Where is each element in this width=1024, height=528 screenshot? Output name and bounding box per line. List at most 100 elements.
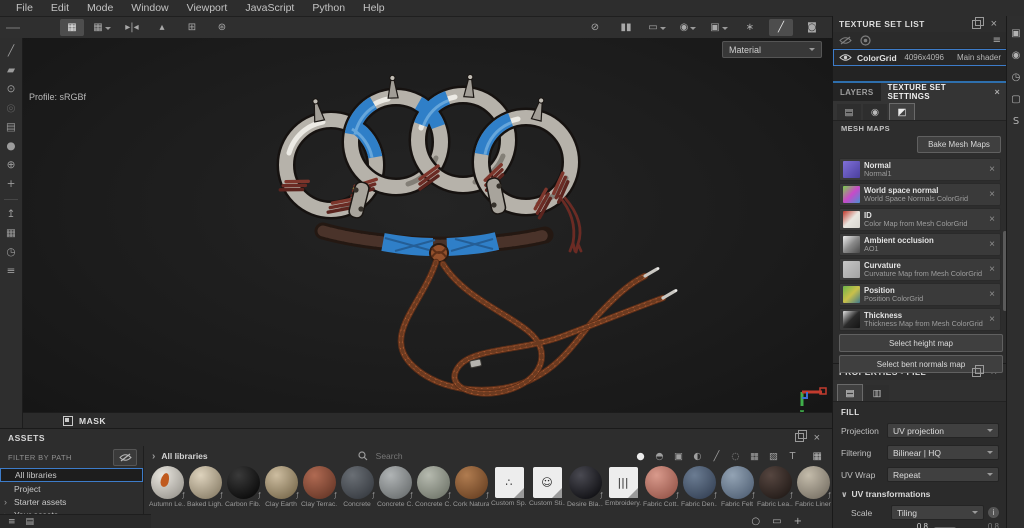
open-folder-icon[interactable]: ▭ bbox=[772, 516, 781, 527]
tab-texture-set-settings[interactable]: TEXTURE SET SETTINGS × bbox=[880, 83, 1007, 101]
asset-item[interactable]: ƒ Fabric Den... bbox=[680, 466, 718, 512]
breadcrumb[interactable]: › All libraries bbox=[152, 451, 208, 462]
popout-panel-icon[interactable] bbox=[971, 364, 984, 377]
texture-set-row[interactable]: ColorGrid 4096x4096 Main shader bbox=[833, 49, 1007, 66]
detail-view-icon[interactable]: ▤ bbox=[26, 517, 35, 527]
property-dropdown[interactable]: UV projection bbox=[887, 423, 999, 438]
asset-item[interactable]: ƒ Clay Earth bbox=[262, 466, 300, 512]
remove-mesh-map-icon[interactable]: × bbox=[987, 214, 997, 225]
bake-mesh-maps-button[interactable]: Bake Mesh Maps bbox=[917, 136, 1001, 153]
toolbar-drag-handle[interactable] bbox=[6, 26, 20, 29]
asset-type-filter-icon[interactable]: ● bbox=[635, 451, 647, 462]
dock-panel-icon[interactable]: ▣ bbox=[1011, 28, 1020, 39]
scale-dropdown[interactable]: Tiling bbox=[891, 505, 984, 520]
remove-mesh-map-icon[interactable]: × bbox=[987, 189, 997, 200]
properties-tab-material-icon[interactable]: ▤ bbox=[837, 384, 863, 401]
grid-view-icon[interactable]: ▦ bbox=[813, 451, 822, 462]
toolbar-button[interactable]: ∗ bbox=[738, 19, 762, 36]
remove-mesh-map-icon[interactable]: × bbox=[987, 289, 997, 300]
asset-item[interactable]: ƒ Cork Natural bbox=[452, 466, 490, 512]
asset-item[interactable]: ƒ Fabric Lea... bbox=[756, 466, 794, 512]
sync-status-icon[interactable]: ○ bbox=[751, 516, 760, 527]
panel-button[interactable]: ↥ bbox=[2, 205, 20, 222]
panel-button[interactable]: ◷ bbox=[2, 243, 20, 260]
mesh-map-card[interactable]: Curvature Curvature Map from Mesh ColorG… bbox=[839, 258, 1001, 281]
mesh-map-card[interactable]: World space normal World Space Normals C… bbox=[839, 183, 1001, 206]
menu-item[interactable]: Window bbox=[123, 0, 176, 16]
toolbar-button[interactable]: ⊞ bbox=[180, 19, 204, 36]
asset-item[interactable]: ƒ Clay Terrac... bbox=[300, 466, 338, 512]
menu-item[interactable]: Python bbox=[304, 0, 353, 16]
asset-item[interactable]: ƒ Baked Ligh... bbox=[186, 466, 224, 512]
tool-button[interactable]: ▰ bbox=[2, 61, 20, 78]
asset-item[interactable]: ☺ Custom Sti... bbox=[528, 466, 566, 512]
mesh-map-card[interactable]: ID Color Map from Mesh ColorGrid × bbox=[839, 208, 1001, 231]
tool-button[interactable]: ◎ bbox=[2, 99, 20, 116]
toolbar-button[interactable]: ▣ bbox=[707, 19, 731, 36]
mesh-map-card[interactable]: Position Position ColorGrid × bbox=[839, 283, 1001, 306]
subtab-shader-icon[interactable]: ◉ bbox=[863, 104, 887, 120]
toolbar-button[interactable]: ◙ bbox=[800, 19, 824, 36]
tool-button[interactable]: ⊙ bbox=[2, 80, 20, 97]
toolbar-button[interactable]: ▭ bbox=[645, 19, 669, 36]
list-view-icon[interactable]: ≡ bbox=[8, 517, 16, 527]
close-panel-icon[interactable]: × bbox=[991, 19, 997, 30]
tool-button[interactable]: + bbox=[2, 175, 20, 192]
hide-all-texture-sets-icon[interactable] bbox=[839, 36, 852, 45]
toolbar-button[interactable]: ▴ bbox=[150, 19, 174, 36]
asset-item[interactable]: ∴ Custom Sp... bbox=[490, 466, 528, 512]
close-panel-icon[interactable]: × bbox=[814, 432, 820, 443]
solo-texture-set-icon[interactable] bbox=[860, 34, 871, 46]
add-asset-icon[interactable]: + bbox=[794, 516, 802, 527]
asset-type-filter-icon[interactable]: ▣ bbox=[673, 451, 685, 462]
property-dropdown[interactable]: Bilinear | HQ bbox=[887, 445, 999, 460]
menu-item[interactable]: File bbox=[8, 0, 41, 16]
menu-item[interactable]: Help bbox=[355, 0, 393, 16]
select-height-map-button[interactable]: Select height map bbox=[839, 334, 1003, 352]
panel-button[interactable]: ▦ bbox=[2, 224, 20, 241]
asset-type-filter-icon[interactable]: T bbox=[787, 451, 799, 462]
asset-type-filter-icon[interactable]: ╱ bbox=[711, 451, 723, 462]
tool-button[interactable]: ╱ bbox=[2, 42, 20, 59]
asset-item[interactable]: ƒ Carbon Fib... bbox=[224, 466, 262, 512]
search-input[interactable] bbox=[373, 450, 538, 462]
toolbar-button[interactable]: ▸|◂ bbox=[120, 19, 144, 36]
toolbar-button[interactable]: ▮▮ bbox=[614, 19, 638, 36]
remove-mesh-map-icon[interactable]: × bbox=[987, 314, 997, 325]
close-tab-icon[interactable]: × bbox=[994, 87, 1000, 97]
tool-button[interactable]: ● bbox=[2, 137, 20, 154]
asset-item[interactable]: ƒ Fabric Cott... bbox=[642, 466, 680, 512]
toolbar-button[interactable]: ◉ bbox=[676, 19, 700, 36]
uv-transformations-header[interactable]: ∨ UV transformations bbox=[841, 489, 999, 499]
info-icon[interactable]: i bbox=[988, 507, 999, 518]
expand-chevron-icon[interactable]: › bbox=[4, 497, 7, 507]
list-options-icon[interactable]: ≡ bbox=[993, 35, 1001, 46]
toolbar-button[interactable]: ⊛ bbox=[210, 19, 234, 36]
shading-mode-dropdown[interactable]: Material bbox=[722, 41, 822, 58]
asset-type-filter-icon[interactable]: ◐ bbox=[692, 451, 704, 462]
mesh-map-card[interactable]: Normal Normal1 × bbox=[839, 158, 1001, 181]
mesh-map-card[interactable]: Thickness Thickness Map from Mesh ColorG… bbox=[839, 308, 1001, 331]
subtab-settings-icon[interactable]: ▤ bbox=[837, 104, 861, 120]
asset-item[interactable]: ƒ Autumn Le... bbox=[148, 466, 186, 512]
menu-item[interactable]: JavaScript bbox=[237, 0, 302, 16]
asset-type-filter-icon[interactable]: ◓ bbox=[654, 451, 666, 462]
asset-item[interactable]: ||| Embroidery... bbox=[604, 466, 642, 512]
library-tree-item[interactable]: › Project bbox=[0, 482, 143, 495]
toolbar-button[interactable]: ╱ bbox=[769, 19, 793, 36]
tool-button[interactable]: ▤ bbox=[2, 118, 20, 135]
asset-item[interactable]: ƒ Concrete bbox=[338, 466, 376, 512]
remove-mesh-map-icon[interactable]: × bbox=[987, 264, 997, 275]
asset-type-filter-icon[interactable]: ◌ bbox=[730, 451, 742, 462]
dock-panel-icon[interactable]: ◷ bbox=[1012, 72, 1021, 83]
asset-item[interactable]: ƒ Concrete C... bbox=[414, 466, 452, 512]
toolbar-button[interactable]: ▦ bbox=[90, 19, 114, 36]
mask-checkbox[interactable] bbox=[63, 416, 73, 426]
properties-tab-gradient-icon[interactable]: ▥ bbox=[865, 385, 889, 401]
menu-item[interactable]: Viewport bbox=[179, 0, 236, 16]
panel-button[interactable]: ≡ bbox=[2, 262, 20, 279]
3d-viewport[interactable]: Profile: sRGBf Material bbox=[23, 38, 832, 412]
asset-type-filter-icon[interactable]: ▦ bbox=[749, 451, 761, 462]
mesh-map-card[interactable]: Ambient occlusion AO1 × bbox=[839, 233, 1001, 256]
asset-item[interactable]: ƒ Fabric Felt bbox=[718, 466, 756, 512]
